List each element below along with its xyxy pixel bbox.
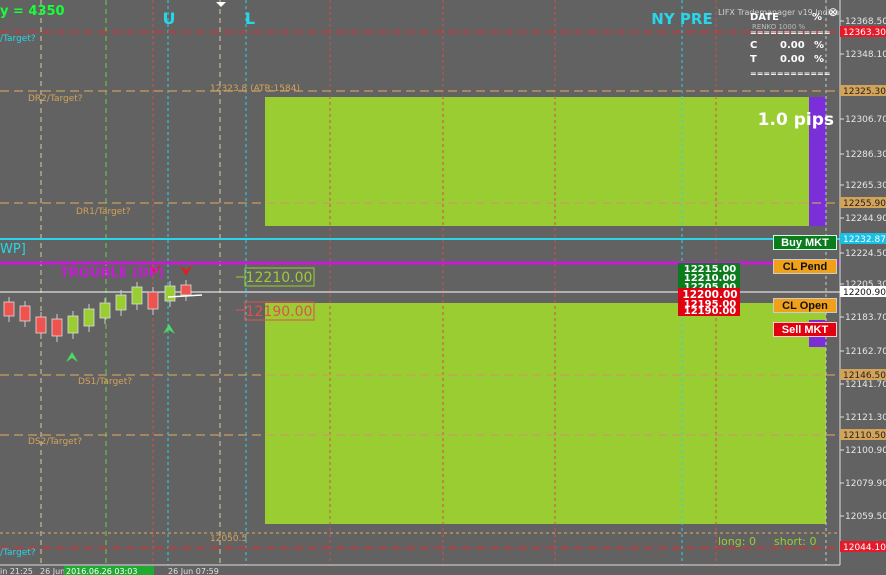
- stats-row-unit: %: [814, 54, 824, 65]
- price-tick-label: 12100.90: [845, 446, 886, 456]
- bear-candle: [35, 316, 47, 334]
- close-pending-button[interactable]: CL Pend: [773, 259, 837, 274]
- bear-candle: [147, 291, 159, 310]
- bear-candle: [3, 301, 15, 317]
- price-tick-label: 12368.50: [845, 17, 886, 27]
- bull-candle: [67, 315, 79, 334]
- long-count: long: 0: [718, 535, 756, 548]
- stats-row-label: C: [750, 40, 757, 51]
- price-highlight-label: 12232.87: [843, 235, 886, 245]
- price-highlight-label: 12146.50: [843, 371, 886, 381]
- stats-separator: ============: [750, 28, 830, 37]
- price-tick-label: 12141.70: [845, 380, 886, 390]
- price-tick-label: 12079.90: [845, 479, 886, 489]
- stats-separator: ============: [750, 69, 830, 78]
- close-open-button[interactable]: CL Open: [773, 298, 837, 313]
- price-tick-label: 12348.10: [845, 50, 886, 60]
- pending-buy-price: 12210.00: [246, 270, 313, 286]
- bull-candle: [164, 285, 176, 302]
- short-count: short: 0: [774, 535, 816, 548]
- trading-chart[interactable]: 12210.00 12190.00 y = 4350 U L NY PRE /T…: [0, 0, 886, 575]
- stats-row-label: T: [750, 54, 757, 65]
- price-highlight-label: 12325.30: [843, 87, 886, 97]
- window-title: LIFX Trademanager v19 Indicat: [718, 8, 842, 17]
- ladder-price: 12190.00: [684, 306, 737, 317]
- stats-row-unit: %: [814, 40, 824, 51]
- level-label-trouble: TROUBLE (DP): [60, 266, 164, 281]
- bear-candle: [19, 305, 31, 322]
- pending-sell-price: 12190.00: [246, 304, 313, 320]
- price-ladder: 12215.00 12210.00 12205.00 12200.00 1219…: [678, 263, 740, 317]
- session-label-l: L: [245, 9, 255, 28]
- price-highlight-label: 12363.30: [843, 28, 886, 38]
- atr-label: 12323.8 (ATR:1584): [210, 84, 300, 94]
- upper-target-box: [265, 97, 809, 226]
- bull-candle: [83, 308, 95, 327]
- stats-row-value: 0.00: [780, 40, 805, 51]
- level-label-dr1: DR1/Target?: [76, 207, 131, 217]
- price-tick-label: 12244.90: [845, 214, 886, 224]
- stats-row-value: 0.00: [780, 54, 805, 65]
- level-label-wp: WP]: [0, 242, 26, 257]
- price-highlight-label: 12255.90: [843, 199, 886, 209]
- level-label-bottom: /Target?: [0, 548, 36, 558]
- price-tick-label: 12121.30: [845, 413, 886, 423]
- bear-candle: [51, 318, 63, 337]
- bear-candle: [180, 284, 192, 296]
- price-highlight-label: 12200.90: [843, 288, 886, 298]
- session-label-u: U: [163, 9, 176, 28]
- bull-candle: [99, 302, 111, 319]
- pips-label: 1.0 pips: [758, 110, 834, 130]
- price-tick-label: 12162.70: [845, 347, 886, 357]
- price-tick-label: 12286.30: [845, 150, 886, 160]
- price-highlight-label: 12044.10: [843, 543, 886, 553]
- price-tick-label: 12059.50: [845, 512, 886, 522]
- bull-candle: [115, 294, 127, 311]
- stats-date-label: DATE: [750, 12, 779, 23]
- top-left-label: y = 4350: [0, 4, 65, 19]
- bull-candle: [131, 286, 143, 305]
- close-icon[interactable]: ⊗: [828, 5, 838, 19]
- time-label: 26 Jun: [40, 567, 65, 575]
- time-highlight: 2016.06.26 03:03: [66, 567, 137, 575]
- price-tick-label: 12224.50: [845, 249, 886, 259]
- sell-market-button[interactable]: Sell MKT: [773, 322, 837, 337]
- price-highlight-label: 12110.50: [843, 431, 886, 441]
- bottom-level-label: 12050.5: [210, 534, 247, 544]
- level-label-dr2: DR2/Target?: [28, 94, 83, 104]
- level-label-ds1: DS1/Target?: [78, 377, 132, 387]
- time-label: in 21:25: [0, 567, 33, 575]
- time-label: 26 Jun 07:59: [168, 567, 219, 575]
- lower-target-box: [265, 303, 826, 524]
- level-label-top: /Target?: [0, 34, 36, 44]
- level-label-ds2: DS2/Target?: [28, 437, 82, 447]
- buy-market-button[interactable]: Buy MKT: [773, 235, 837, 250]
- price-tick-label: 12265.30: [845, 181, 886, 191]
- stats-date-unit: %: [812, 12, 822, 23]
- session-label-ny-pre: NY PRE: [651, 10, 712, 28]
- price-tick-label: 12306.70: [845, 115, 886, 125]
- price-tick-label: 12183.70: [845, 313, 886, 323]
